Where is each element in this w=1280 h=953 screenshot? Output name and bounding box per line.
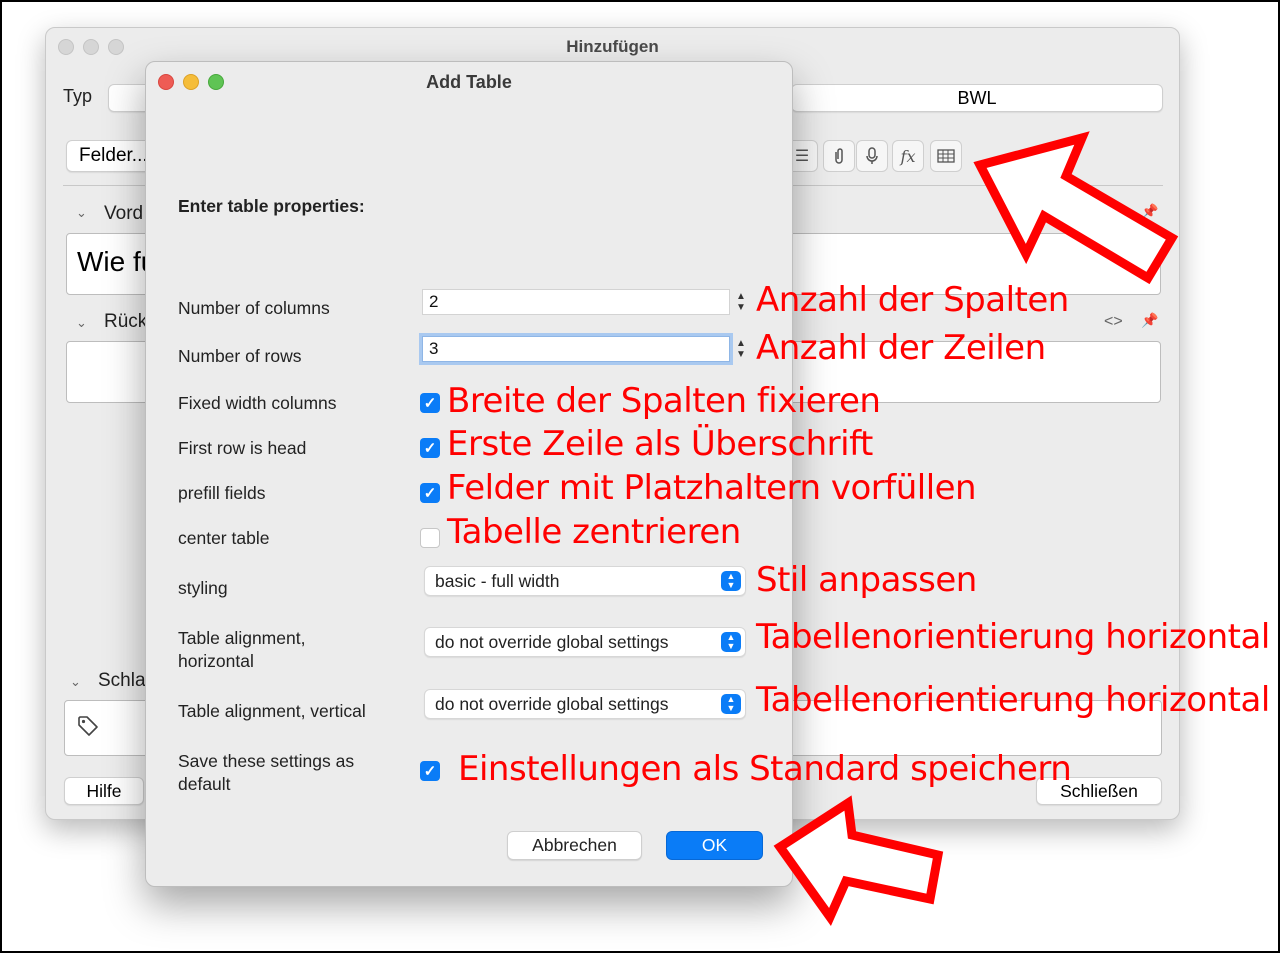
- select-arrows-icon: ▲ ▼: [721, 694, 741, 714]
- columns-label: Number of columns: [178, 298, 330, 318]
- paperclip-icon[interactable]: [823, 140, 855, 172]
- tags-label: Schla: [98, 670, 146, 691]
- align-h-label: Table alignment, horizontal: [178, 628, 306, 671]
- dialog-titlebar: Add Table: [146, 62, 792, 102]
- html-editor-icon[interactable]: <>: [1104, 313, 1123, 331]
- chevron-down-icon[interactable]: ⌄: [70, 674, 81, 690]
- prefill-checkbox[interactable]: ✓: [420, 483, 440, 503]
- annotation-center: Tabelle zentrieren: [447, 512, 741, 552]
- align-h-select[interactable]: do not override global settings ▲ ▼: [424, 627, 746, 657]
- annotation-save-default: Einstellungen als Standard speichern: [458, 749, 1072, 789]
- chevron-down-icon[interactable]: ⌄: [76, 315, 87, 331]
- align-v-select[interactable]: do not override global settings ▲ ▼: [424, 689, 746, 719]
- deck-selector[interactable]: BWL: [791, 84, 1163, 112]
- columns-input[interactable]: [422, 289, 730, 315]
- function-icon[interactable]: fx: [892, 140, 924, 172]
- annotation-prefill: Felder mit Platzhaltern vorfüllen: [447, 468, 977, 508]
- select-arrows-icon: ▲ ▼: [721, 571, 741, 591]
- cancel-button[interactable]: Abbrechen: [507, 831, 642, 860]
- arrow-to-ok-button: [773, 795, 944, 927]
- center-checkbox[interactable]: [420, 528, 440, 548]
- type-label: Typ: [63, 86, 93, 106]
- arrow-to-table-icon: [973, 131, 1179, 285]
- annotation-fixed-width: Breite der Spalten fixieren: [447, 381, 881, 421]
- align-v-label: Table alignment, vertical: [178, 701, 366, 721]
- annotation-rows: Anzahl der Zeilen: [756, 328, 1046, 368]
- rows-stepper[interactable]: ▲ ▼: [734, 335, 748, 363]
- align-h-select-value: do not override global settings: [435, 632, 669, 652]
- fixed-width-checkbox[interactable]: ✓: [420, 393, 440, 413]
- pin-icon[interactable]: 📌: [1141, 312, 1158, 329]
- prefill-label: prefill fields: [178, 483, 266, 503]
- help-button[interactable]: Hilfe: [64, 777, 144, 805]
- styling-select-value: basic - full width: [435, 571, 560, 591]
- styling-label: styling: [178, 578, 228, 598]
- chevron-down-icon[interactable]: ⌄: [76, 205, 87, 221]
- section-header: Enter table properties:: [178, 196, 365, 216]
- save-default-checkbox[interactable]: ✓: [420, 761, 440, 781]
- rows-input[interactable]: [419, 333, 733, 365]
- columns-stepper[interactable]: ▲ ▼: [734, 288, 748, 316]
- first-row-head-checkbox[interactable]: ✓: [420, 438, 440, 458]
- front-field-label: Vord: [104, 203, 144, 224]
- center-label: center table: [178, 528, 270, 548]
- save-default-label: Save these settings as default: [178, 751, 355, 794]
- align-v-select-value: do not override global settings: [435, 694, 669, 714]
- fixed-width-label: Fixed width columns: [178, 393, 337, 413]
- select-arrows-icon: ▲ ▼: [721, 632, 741, 652]
- microphone-icon[interactable]: [856, 140, 888, 172]
- window-title: Hinzufügen: [566, 37, 659, 56]
- back-field-label: Rück: [104, 311, 148, 332]
- annotation-align-h: Tabellenorientierung horizontal: [756, 617, 1270, 657]
- annotation-styling: Stil anpassen: [756, 560, 977, 600]
- tag-icon: [77, 715, 99, 742]
- styling-select[interactable]: basic - full width ▲ ▼: [424, 566, 746, 596]
- first-row-head-label: First row is head: [178, 438, 307, 458]
- window-titlebar: Hinzufügen: [46, 28, 1179, 64]
- annotation-first-row: Erste Zeile als Überschrift: [447, 424, 873, 464]
- annotation-align-v: Tabellenorientierung horizontal: [756, 680, 1270, 720]
- rows-label: Number of rows: [178, 346, 302, 366]
- dialog-title: Add Table: [426, 72, 512, 92]
- ok-button[interactable]: OK: [666, 831, 763, 860]
- table-icon[interactable]: [930, 140, 962, 172]
